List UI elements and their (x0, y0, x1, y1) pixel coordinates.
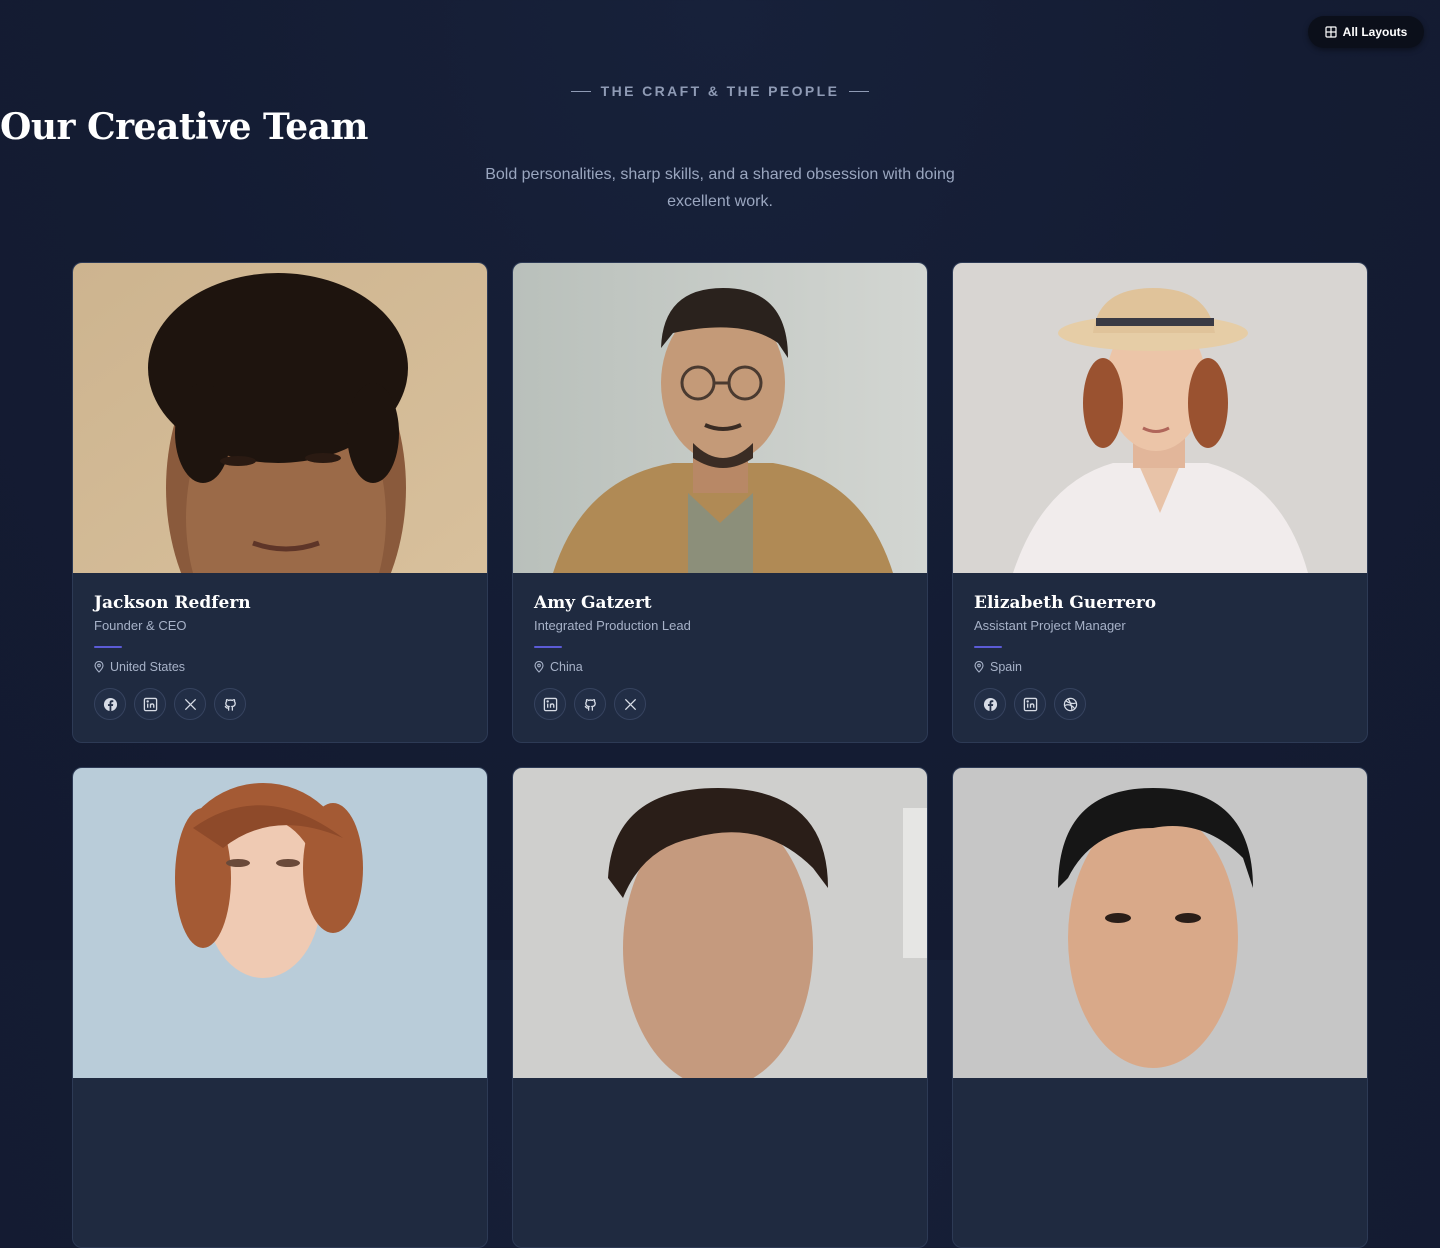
facebook-icon (983, 697, 997, 711)
x-link[interactable] (174, 688, 206, 720)
grid-icon (1325, 26, 1337, 38)
linkedin-icon (1023, 697, 1037, 711)
eyebrow-text: THE CRAFT & THE PEOPLE (600, 83, 840, 99)
social-links (94, 688, 466, 720)
linkedin-icon (143, 697, 157, 711)
team-card: Amy Gatzert Integrated Production Lead C… (512, 262, 928, 743)
member-location: United States (94, 660, 466, 674)
location-label: Spain (990, 660, 1022, 674)
linkedin-link[interactable] (134, 688, 166, 720)
linkedin-icon (543, 697, 557, 711)
member-location: Spain (974, 660, 1346, 674)
team-card (72, 767, 488, 1248)
accent-divider (94, 646, 122, 648)
section-eyebrow: THE CRAFT & THE PEOPLE (0, 83, 1440, 99)
github-link[interactable] (574, 688, 606, 720)
member-role: Integrated Production Lead (534, 618, 691, 633)
linkedin-link[interactable] (1014, 688, 1046, 720)
member-photo (953, 768, 1367, 1078)
dribbble-icon (1063, 697, 1077, 711)
github-icon (584, 698, 596, 711)
member-photo (73, 768, 487, 1078)
team-card: Elizabeth Guerrero Assistant Project Man… (952, 262, 1368, 743)
github-link[interactable] (214, 688, 246, 720)
x-icon (184, 698, 196, 710)
accent-divider (534, 646, 562, 648)
location-pin-icon (974, 661, 984, 673)
location-pin-icon (534, 661, 544, 673)
member-role: Assistant Project Manager (974, 618, 1126, 633)
location-pin-icon (94, 661, 104, 673)
eyebrow-dash-left (570, 90, 591, 92)
location-label: United States (110, 660, 186, 674)
page-subtitle: Bold personalities, sharp skills, and a … (485, 166, 955, 210)
x-link[interactable] (614, 688, 646, 720)
member-photo (73, 263, 487, 573)
location-label: China (550, 660, 583, 674)
linkedin-link[interactable] (534, 688, 566, 720)
dribbble-link[interactable] (1054, 688, 1086, 720)
github-icon (224, 698, 236, 711)
team-card (512, 767, 928, 1248)
member-photo (953, 263, 1367, 573)
team-grid: Jackson Redfern Founder & CEO United Sta… (72, 262, 1368, 1248)
page-title: Our Creative Team (0, 106, 369, 148)
facebook-link[interactable] (974, 688, 1006, 720)
member-location: China (534, 660, 906, 674)
member-photo (513, 263, 927, 573)
social-links (534, 688, 906, 720)
facebook-icon (103, 697, 117, 711)
eyebrow-dash-right (849, 90, 870, 92)
all-layouts-button[interactable]: All Layouts (1308, 16, 1424, 48)
member-name: Jackson Redfern (94, 593, 251, 613)
member-photo (513, 768, 927, 1078)
team-card (952, 767, 1368, 1248)
member-role: Founder & CEO (94, 618, 187, 633)
x-icon (624, 698, 636, 710)
facebook-link[interactable] (94, 688, 126, 720)
member-name: Amy Gatzert (534, 593, 652, 613)
social-links (974, 688, 1346, 720)
member-name: Elizabeth Guerrero (974, 593, 1157, 613)
team-card: Jackson Redfern Founder & CEO United Sta… (72, 262, 488, 743)
accent-divider (974, 646, 1002, 648)
all-layouts-label: All Layouts (1342, 25, 1408, 39)
